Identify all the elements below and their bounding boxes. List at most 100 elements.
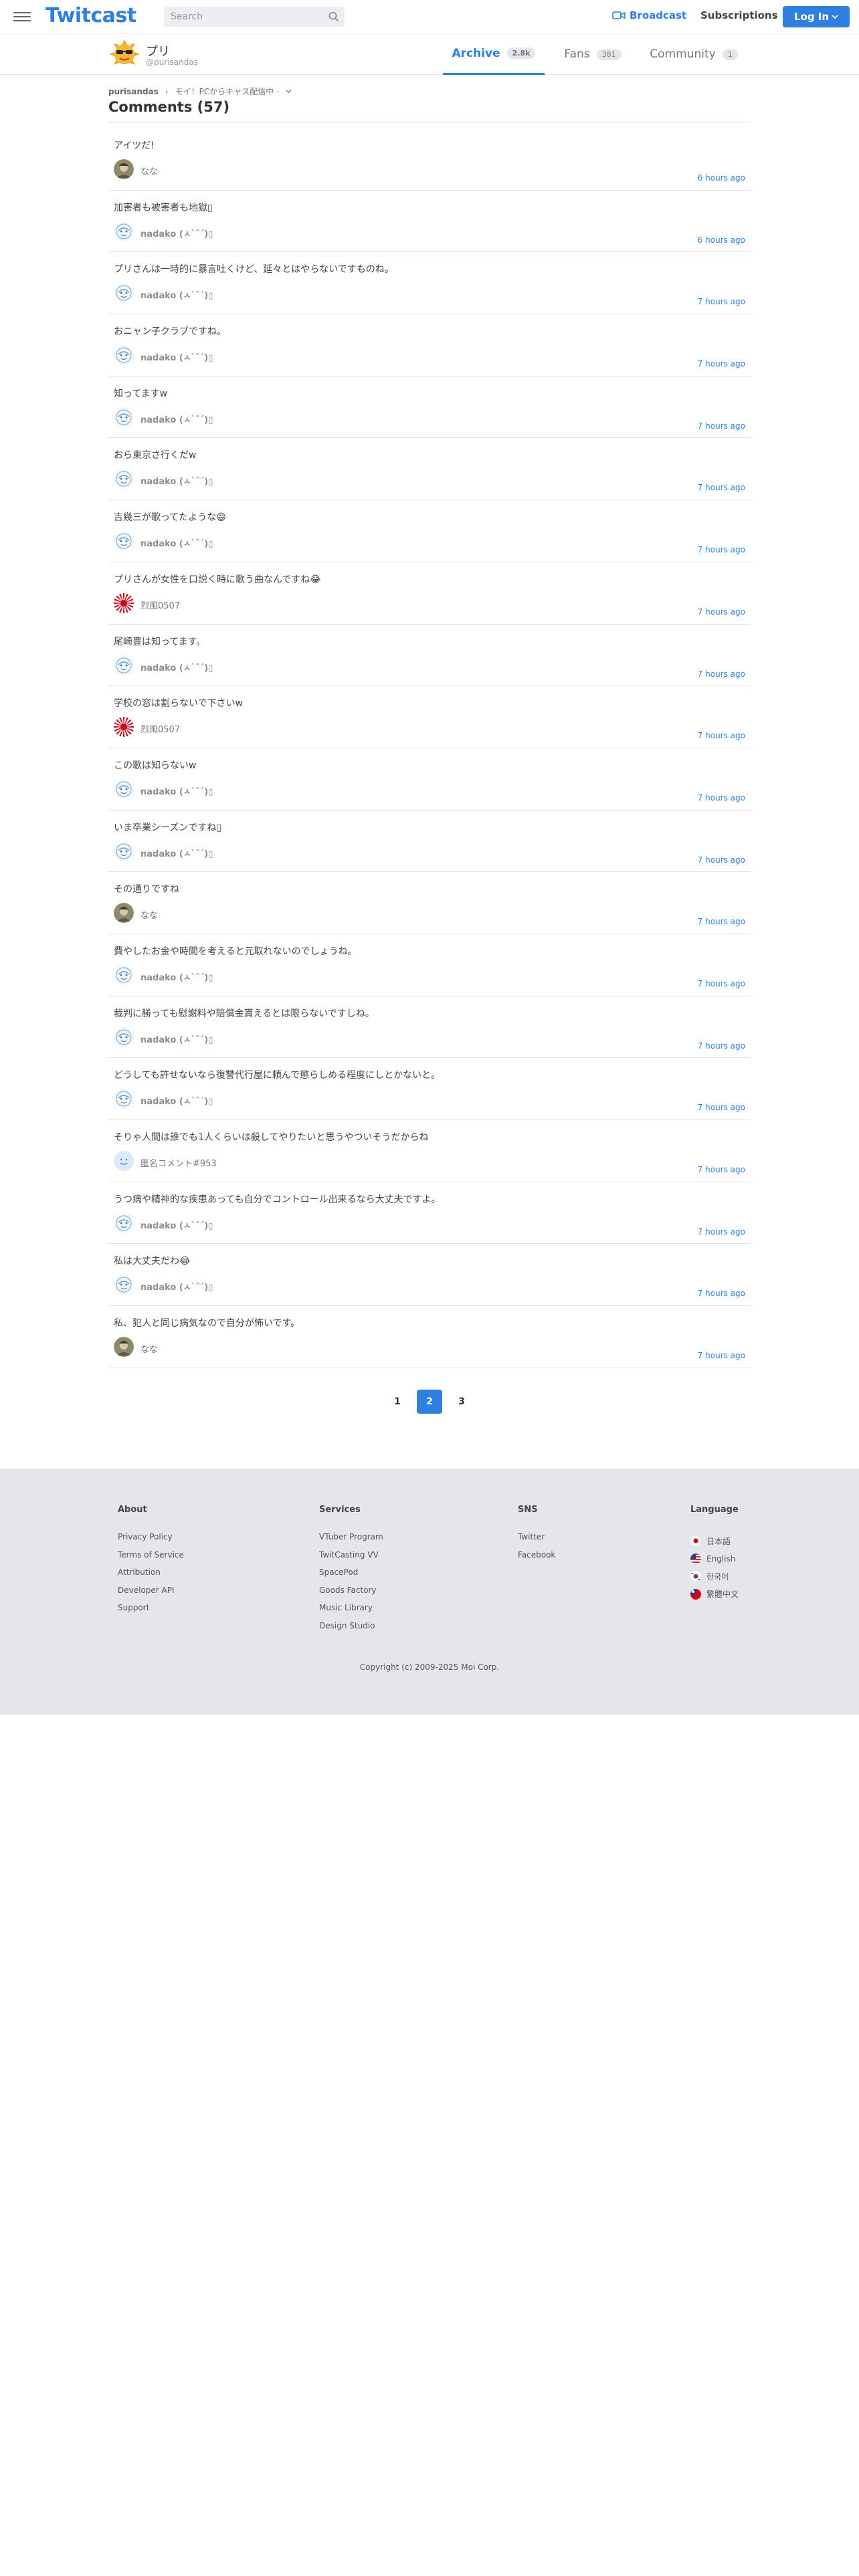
commenter-name[interactable]: なな	[140, 1342, 158, 1355]
comment-time[interactable]: 7 hours ago	[698, 1041, 745, 1051]
comment-time[interactable]: 7 hours ago	[698, 297, 745, 306]
comment-time[interactable]: 7 hours ago	[698, 793, 745, 802]
commenter-avatar[interactable]	[114, 841, 134, 861]
comment-time[interactable]: 7 hours ago	[698, 421, 745, 431]
menu-icon[interactable]	[13, 9, 31, 24]
commenter-avatar[interactable]	[114, 903, 134, 924]
commenter-name[interactable]: 烈風0507	[140, 722, 180, 735]
commenter-name[interactable]: nadako (ㅅ`ˆ´)▯	[140, 661, 213, 673]
comment-time[interactable]: 6 hours ago	[698, 235, 745, 245]
subscriptions-link[interactable]: Subscriptions	[700, 9, 778, 21]
commenter-avatar[interactable]	[114, 717, 134, 738]
comment-time[interactable]: 7 hours ago	[698, 1227, 745, 1237]
commenter-avatar[interactable]	[114, 593, 134, 613]
comment-time[interactable]: 7 hours ago	[698, 731, 745, 740]
footer-link-privacy[interactable]: Privacy Policy	[118, 1532, 184, 1550]
tab-fans[interactable]: Fans 381	[555, 33, 630, 75]
commenter-name[interactable]: nadako (ㅅ`ˆ´)▯	[140, 474, 213, 487]
broadcast-button[interactable]: Broadcast	[612, 9, 686, 21]
footer-link-attribution[interactable]: Attribution	[118, 1568, 184, 1586]
commenter-name[interactable]: nadako (ㅅ`ˆ´)▯	[140, 1033, 213, 1045]
commenter-avatar[interactable]	[114, 1212, 134, 1233]
commenter-name[interactable]: nadako (ㅅ`ˆ´)▯	[140, 413, 213, 425]
commenter-name[interactable]: 匿名コメント#953	[140, 1156, 217, 1169]
commenter-name[interactable]: nadako (ㅅ`ˆ´)▯	[140, 970, 213, 983]
footer-link-terms[interactable]: Terms of Service	[118, 1550, 184, 1568]
commenter-avatar[interactable]	[114, 1275, 134, 1295]
commenter-avatar[interactable]	[114, 283, 134, 304]
language-item-ko[interactable]: 한국어	[690, 1568, 739, 1586]
footer-link-facebook[interactable]: Facebook	[518, 1550, 555, 1568]
comment-time[interactable]: 7 hours ago	[698, 607, 745, 617]
footer-link-music-library[interactable]: Music Library	[319, 1603, 383, 1621]
comment-time[interactable]: 7 hours ago	[698, 1103, 745, 1112]
commenter-name[interactable]: なな	[140, 908, 158, 921]
language-item-ja[interactable]: 日本語	[690, 1532, 739, 1550]
footer-link-goods-factory[interactable]: Goods Factory	[319, 1586, 383, 1604]
twitcast-logo[interactable]: Twitcast	[45, 4, 136, 27]
comment-time[interactable]: 7 hours ago	[698, 917, 745, 926]
comment-time[interactable]: 7 hours ago	[698, 1351, 745, 1360]
commenter-avatar[interactable]	[114, 531, 134, 552]
commenter-name[interactable]: nadako (ㅅ`ˆ´)▯	[140, 1094, 213, 1107]
page-button-2[interactable]: 2	[417, 1390, 442, 1414]
language-item-zh[interactable]: 繁體中文	[690, 1586, 739, 1604]
tab-community[interactable]: Community 1	[644, 33, 744, 75]
footer-language: Language 日本語 English 한국어 繁體中文	[690, 1505, 739, 1603]
comment-time[interactable]: 7 hours ago	[698, 979, 745, 988]
search-input[interactable]	[171, 7, 318, 27]
login-button[interactable]: Log In	[783, 6, 850, 27]
language-label: 繁體中文	[706, 1590, 739, 1600]
comment-time[interactable]: 7 hours ago	[698, 855, 745, 865]
breadcrumb-movie[interactable]: モイ！PCからキャス配信中 -	[175, 86, 280, 97]
comment-time[interactable]: 7 hours ago	[698, 359, 745, 368]
commenter-avatar[interactable]	[114, 778, 134, 799]
commenter-name[interactable]: nadako (ㅅ`ˆ´)▯	[140, 227, 213, 239]
commenter-avatar[interactable]	[114, 1027, 134, 1047]
commenter-avatar[interactable]	[114, 469, 134, 490]
footer-link-vtuber[interactable]: VTuber Program	[319, 1532, 383, 1550]
language-item-en[interactable]: English	[690, 1550, 739, 1568]
tab-label: Fans	[564, 47, 590, 61]
commenter-avatar[interactable]	[114, 159, 134, 179]
comment-time[interactable]: 6 hours ago	[698, 173, 745, 183]
breadcrumb-user[interactable]: purisandas	[108, 87, 159, 96]
comment-time[interactable]: 7 hours ago	[698, 1165, 745, 1174]
comment-time[interactable]: 7 hours ago	[698, 483, 745, 492]
footer-heading: Language	[690, 1505, 739, 1515]
commenter-name[interactable]: nadako (ㅅ`ˆ´)▯	[140, 536, 213, 549]
comment-time[interactable]: 7 hours ago	[698, 545, 745, 554]
footer-link-developer-api[interactable]: Developer API	[118, 1586, 184, 1604]
commenter-avatar[interactable]	[114, 345, 134, 366]
comment-time[interactable]: 7 hours ago	[698, 669, 745, 679]
commenter-avatar[interactable]	[114, 964, 134, 985]
commenter-name[interactable]: nadako (ㅅ`ˆ´)▯	[140, 847, 213, 859]
commenter-avatar[interactable]	[114, 1089, 134, 1109]
profile-avatar[interactable]	[108, 39, 140, 69]
commenter-avatar[interactable]	[114, 1151, 134, 1171]
footer-link-design-studio[interactable]: Design Studio	[319, 1621, 383, 1639]
tab-archive[interactable]: Archive 2.8k	[443, 33, 545, 75]
commenter-avatar[interactable]	[114, 407, 134, 427]
commenter-avatar[interactable]	[114, 1337, 134, 1358]
comment-item: 私、犯人と同じ病気なので自分が怖いです。 なな 7 hours ago	[108, 1306, 751, 1368]
footer-link-support[interactable]: Support	[118, 1603, 184, 1621]
commenter-name[interactable]: なな	[140, 165, 158, 177]
commenter-avatar[interactable]	[114, 655, 134, 675]
search-icon[interactable]	[328, 11, 339, 22]
page-button-3[interactable]: 3	[449, 1390, 474, 1414]
comment-text: 裁判に勝っても慰謝料や賠償金貰えるとは限らないですしね。	[114, 1008, 375, 1019]
footer-link-twitter[interactable]: Twitter	[518, 1532, 555, 1550]
footer-link-spacepod[interactable]: SpacePod	[319, 1568, 383, 1586]
commenter-name[interactable]: nadako (ㅅ`ˆ´)▯	[140, 288, 213, 301]
commenter-avatar[interactable]	[114, 221, 134, 241]
page-button-1[interactable]: 1	[385, 1390, 410, 1414]
commenter-name[interactable]: nadako (ㅅ`ˆ´)▯	[140, 350, 213, 363]
chevron-down-icon[interactable]	[286, 89, 292, 94]
commenter-name[interactable]: nadako (ㅅ`ˆ´)▯	[140, 1218, 213, 1231]
footer-link-twitcasting-vv[interactable]: TwitCasting VV	[319, 1550, 383, 1568]
comment-time[interactable]: 7 hours ago	[698, 1289, 745, 1298]
commenter-name[interactable]: 烈風0507	[140, 599, 180, 611]
commenter-name[interactable]: nadako (ㅅ`ˆ´)▯	[140, 1280, 213, 1293]
commenter-name[interactable]: nadako (ㅅ`ˆ´)▯	[140, 784, 213, 797]
